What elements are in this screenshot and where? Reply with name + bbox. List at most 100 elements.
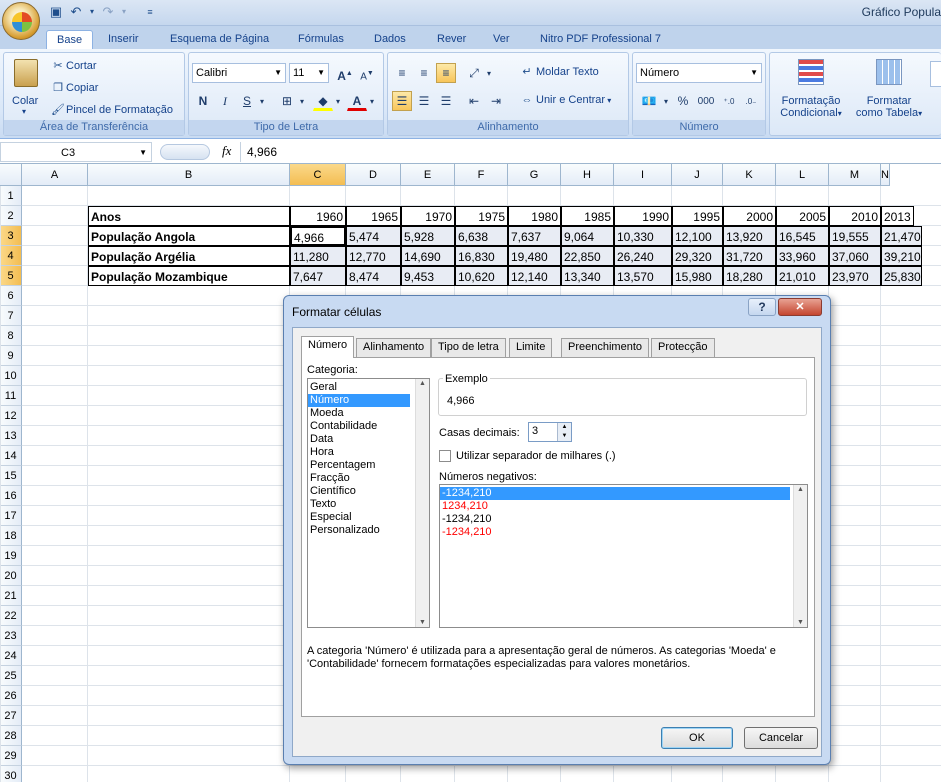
- currency-dropdown-icon[interactable]: ▾: [661, 91, 671, 111]
- row-header-20[interactable]: 20: [0, 566, 22, 586]
- underline-button[interactable]: S: [237, 91, 257, 111]
- cut-button[interactable]: ✂ Cortar: [50, 59, 96, 72]
- cell-year[interactable]: 1995: [672, 206, 723, 226]
- office-button[interactable]: [2, 2, 40, 40]
- cell-year[interactable]: 1970: [401, 206, 455, 226]
- row-header-13[interactable]: 13: [0, 426, 22, 446]
- tab-tipo-de-letra[interactable]: Tipo de letra: [431, 338, 506, 357]
- row-header-11[interactable]: 11: [0, 386, 22, 406]
- negative-format-item[interactable]: -1234,210: [440, 487, 790, 500]
- row-header-27[interactable]: 27: [0, 706, 22, 726]
- cell-year[interactable]: 1975: [455, 206, 508, 226]
- cell-row-label[interactable]: População Mozambique: [88, 266, 290, 286]
- cell-value[interactable]: 29,320: [672, 246, 723, 266]
- category-item[interactable]: Texto: [308, 498, 410, 511]
- cell-value[interactable]: 25,830: [881, 266, 922, 286]
- shrink-font-icon[interactable]: A▼: [357, 63, 377, 83]
- category-item[interactable]: Fracção: [308, 472, 410, 485]
- column-header-a[interactable]: A: [22, 164, 88, 186]
- paste-button[interactable]: Colar ▾: [8, 55, 44, 119]
- cell-value[interactable]: 6,638: [455, 226, 508, 246]
- redo-dropdown-icon[interactable]: ▾: [116, 4, 132, 20]
- row-header-2[interactable]: 2: [0, 206, 22, 226]
- cell-value[interactable]: 10,330: [614, 226, 672, 246]
- category-item[interactable]: Hora: [308, 446, 410, 459]
- cell-value[interactable]: 12,770: [346, 246, 401, 266]
- row-header-7[interactable]: 7: [0, 306, 22, 326]
- underline-dropdown-icon[interactable]: ▾: [257, 91, 267, 111]
- category-item[interactable]: Percentagem: [308, 459, 410, 472]
- cell-year[interactable]: 2013: [881, 206, 914, 226]
- cell-year[interactable]: 2000: [723, 206, 776, 226]
- currency-icon[interactable]: 💶: [637, 91, 661, 111]
- category-item[interactable]: Número: [308, 394, 410, 407]
- row-header-29[interactable]: 29: [0, 746, 22, 766]
- cell-year[interactable]: 1985: [561, 206, 614, 226]
- cell-value[interactable]: 10,620: [455, 266, 508, 286]
- close-icon[interactable]: ✕: [778, 298, 822, 316]
- cell-value[interactable]: 12,140: [508, 266, 561, 286]
- cell-value[interactable]: 21,010: [776, 266, 829, 286]
- row-header-15[interactable]: 15: [0, 466, 22, 486]
- increase-decimal-icon[interactable]: ⁺.0: [719, 91, 739, 111]
- cell-value[interactable]: 16,830: [455, 246, 508, 266]
- cell-value[interactable]: 7,637: [508, 226, 561, 246]
- column-header-j[interactable]: J: [672, 164, 723, 186]
- cell-value[interactable]: 9,453: [401, 266, 455, 286]
- percent-button[interactable]: %: [673, 91, 693, 111]
- number-format-select[interactable]: Número ▼: [636, 63, 762, 83]
- increase-indent-icon[interactable]: ⇥: [486, 91, 506, 111]
- row-header-14[interactable]: 14: [0, 446, 22, 466]
- cell-row-label[interactable]: População Argélia: [88, 246, 290, 266]
- tab-ver[interactable]: Ver: [483, 30, 520, 50]
- cell-year[interactable]: 1960: [290, 206, 346, 226]
- row-header-26[interactable]: 26: [0, 686, 22, 706]
- scroll-up-icon[interactable]: ▲: [797, 486, 804, 493]
- align-left-icon[interactable]: ☰: [392, 91, 412, 111]
- tab-nitro-pdf[interactable]: Nitro PDF Professional 7: [530, 30, 671, 50]
- thousands-checkbox[interactable]: [439, 450, 451, 462]
- customize-qat-icon[interactable]: ≡: [142, 4, 158, 20]
- tab-inserir[interactable]: Inserir: [98, 30, 149, 50]
- align-right-icon[interactable]: ☰: [436, 91, 456, 111]
- align-top-icon[interactable]: ≡: [392, 63, 412, 83]
- tab-dados[interactable]: Dados: [364, 30, 416, 50]
- cell-value[interactable]: 16,545: [776, 226, 829, 246]
- column-header-f[interactable]: F: [455, 164, 508, 186]
- row-header-8[interactable]: 8: [0, 326, 22, 346]
- cell-value[interactable]: 7,647: [290, 266, 346, 286]
- category-item[interactable]: Contabilidade: [308, 420, 410, 433]
- formula-bar-splitter[interactable]: [160, 144, 210, 160]
- cell-value[interactable]: 13,920: [723, 226, 776, 246]
- cell-value[interactable]: 13,570: [614, 266, 672, 286]
- orientation-icon[interactable]: ⤢: [464, 63, 484, 83]
- cell-value[interactable]: 33,960: [776, 246, 829, 266]
- decrease-indent-icon[interactable]: ⇤: [464, 91, 484, 111]
- spin-down-icon[interactable]: ▼: [557, 432, 571, 441]
- row-header-28[interactable]: 28: [0, 726, 22, 746]
- row-header-18[interactable]: 18: [0, 526, 22, 546]
- cell-value[interactable]: 11,280: [290, 246, 346, 266]
- orientation-dropdown-icon[interactable]: ▾: [484, 63, 494, 83]
- cell-year[interactable]: 1980: [508, 206, 561, 226]
- decimals-stepper[interactable]: 3 ▲ ▼: [528, 422, 572, 442]
- tab-esquema-pagina[interactable]: Esquema de Página: [160, 30, 279, 50]
- tab-rever[interactable]: Rever: [427, 30, 476, 50]
- cell-value[interactable]: 5,474: [346, 226, 401, 246]
- row-header-23[interactable]: 23: [0, 626, 22, 646]
- row-header-30[interactable]: 30: [0, 766, 22, 782]
- column-header-m[interactable]: M: [829, 164, 881, 186]
- font-name-select[interactable]: Calibri ▼: [192, 63, 286, 83]
- copy-button[interactable]: ❐ Copiar: [50, 81, 98, 94]
- scroll-down-icon[interactable]: ▼: [797, 619, 804, 626]
- row-header-19[interactable]: 19: [0, 546, 22, 566]
- row-header-6[interactable]: 6: [0, 286, 22, 306]
- function-icon[interactable]: fx: [222, 143, 231, 159]
- row-header-25[interactable]: 25: [0, 666, 22, 686]
- cell-value[interactable]: 12,100: [672, 226, 723, 246]
- bold-button[interactable]: N: [193, 91, 213, 111]
- cell-value[interactable]: 14,690: [401, 246, 455, 266]
- scroll-up-icon[interactable]: ▲: [419, 380, 426, 387]
- column-header-l[interactable]: L: [776, 164, 829, 186]
- spin-up-icon[interactable]: ▲: [557, 423, 571, 432]
